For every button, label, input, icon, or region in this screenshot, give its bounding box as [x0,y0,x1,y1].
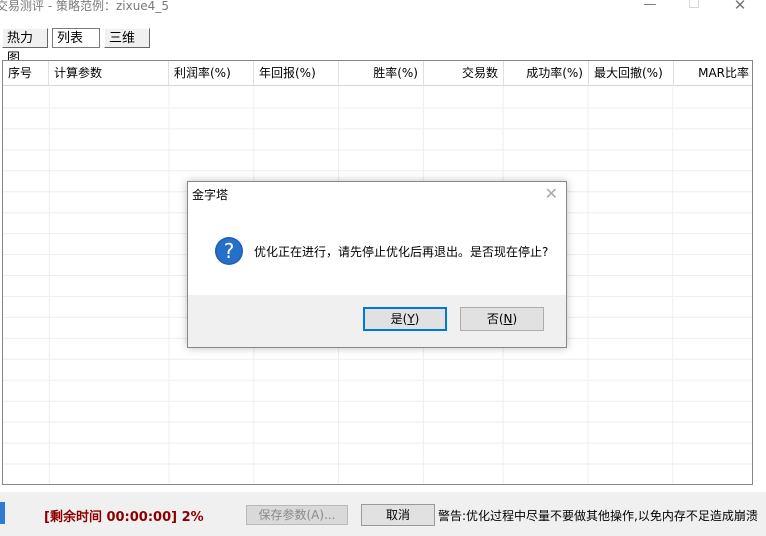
status-bar: [剩余时间 00:00:00] 2% 保存参数(A)... 取消 警告:优化过程… [0,492,766,536]
tab-3d[interactable]: 三维 [104,28,150,48]
confirm-dialog: 金字塔 ✕ ? 优化正在进行，请先停止优化后再退出。是否现在停止? 是(Y) 否… [187,181,567,348]
cancel-button[interactable]: 取消 [361,504,435,526]
maximize-button[interactable]: ☐ [672,0,716,16]
dialog-footer: 是(Y) 否(N) [188,295,566,347]
dialog-message: 优化正在进行，请先停止优化后再退出。是否现在停止? [254,245,549,259]
column-header-mar-ratio[interactable]: MAR比率 [674,61,752,85]
window-title: 交易测评 - 策略范例：zixue4_5 [0,0,169,13]
progress-accent [0,502,5,524]
tab-heatmap[interactable]: 热力图 [2,28,48,66]
column-header-max-drawdown[interactable]: 最大回撤(%) [589,61,674,85]
yes-button[interactable]: 是(Y) [363,307,447,331]
dialog-close-button[interactable]: ✕ [545,184,558,203]
dialog-title: 金字塔 [192,188,229,202]
column-header-index[interactable]: 序号 [3,61,49,85]
column-header-success-rate[interactable]: 成功率(%) [504,61,589,85]
warning-text: 警告:优化过程中尽量不要做其他操作,以免内存不足造成崩溃 [438,509,758,523]
table-header: 序号 计算参数 利润率(%) 年回报(%) 胜率(%) 交易数 成功率(%) 最… [3,61,752,86]
title-bar: 交易测评 - 策略范例：zixue4_5 — ☐ ✕ [0,0,766,17]
progress-percent: 2% [181,510,204,525]
svg-text:?: ? [224,239,235,263]
column-header-profit-rate[interactable]: 利润率(%) [169,61,254,85]
no-button[interactable]: 否(N) [460,307,544,331]
tab-list[interactable]: 列表 [52,28,100,48]
column-header-annual-return[interactable]: 年回报(%) [254,61,339,85]
column-header-trade-count[interactable]: 交易数 [424,61,504,85]
question-icon: ? [215,237,243,265]
column-header-win-rate[interactable]: 胜率(%) [339,61,424,85]
remaining-time-label: [剩余时间 00:00:00] 2% [44,510,204,525]
save-params-button[interactable]: 保存参数(A)... [246,505,348,525]
close-window-button[interactable]: ✕ [718,0,762,16]
minimize-button[interactable]: — [628,0,672,16]
column-header-params[interactable]: 计算参数 [49,61,169,85]
